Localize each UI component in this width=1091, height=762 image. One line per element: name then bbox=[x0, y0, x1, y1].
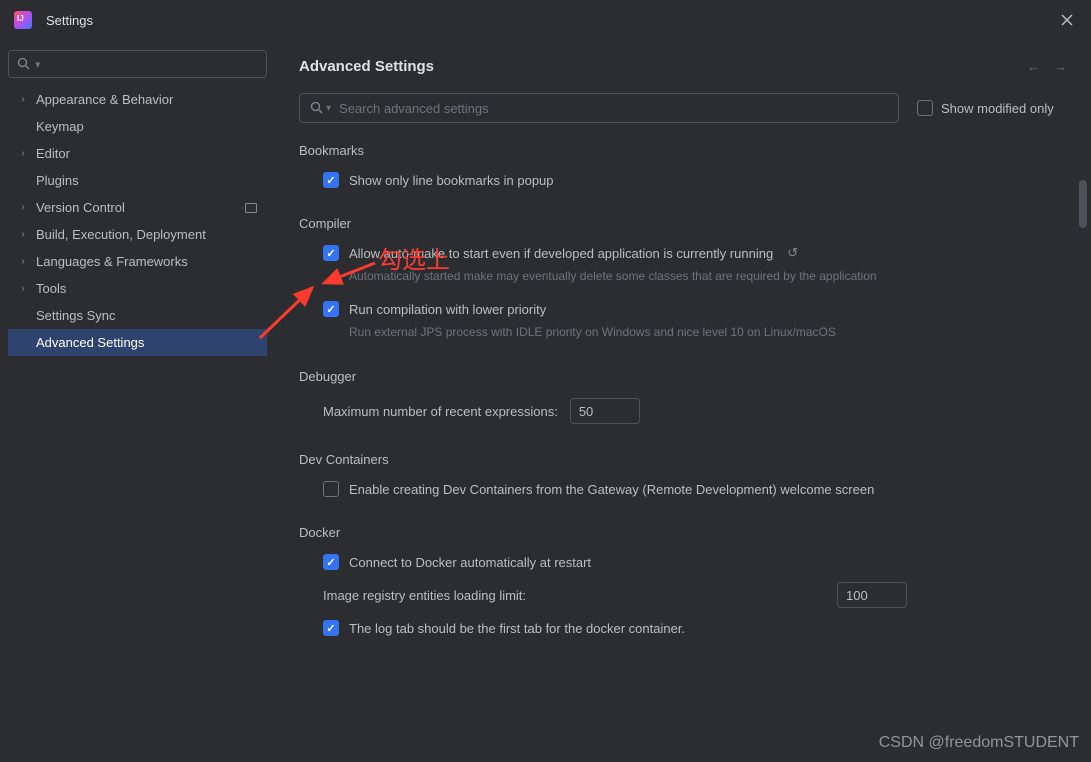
checkbox-icon bbox=[323, 245, 339, 261]
sidebar-item-tools[interactable]: ›Tools bbox=[8, 275, 267, 302]
search-icon bbox=[310, 101, 324, 115]
chevron-right-icon: › bbox=[16, 256, 30, 267]
docker-log-tab-first[interactable]: The log tab should be the first tab for … bbox=[323, 620, 1067, 636]
project-badge-icon bbox=[245, 203, 257, 213]
checkbox-icon bbox=[323, 172, 339, 188]
chevron-right-icon: › bbox=[16, 148, 30, 159]
section-docker: Docker bbox=[299, 525, 1067, 540]
chevron-right-icon: › bbox=[16, 202, 30, 213]
sidebar-item-editor[interactable]: ›Editor bbox=[8, 140, 267, 167]
sidebar-search[interactable]: ▾ bbox=[8, 50, 267, 78]
chevron-right-icon: › bbox=[16, 283, 30, 294]
sidebar-item-advanced-settings[interactable]: Advanced Settings bbox=[8, 329, 267, 356]
app-icon bbox=[14, 11, 32, 29]
max-expr-input[interactable] bbox=[570, 398, 640, 424]
advanced-search[interactable]: ▾ bbox=[299, 93, 899, 123]
sidebar-item-languages[interactable]: ›Languages & Frameworks bbox=[8, 248, 267, 275]
max-expr-label: Maximum number of recent expressions: bbox=[323, 404, 558, 419]
sidebar-item-settings-sync[interactable]: Settings Sync bbox=[8, 302, 267, 329]
scrollbar-thumb[interactable] bbox=[1079, 180, 1087, 228]
page-title: Advanced Settings bbox=[299, 58, 1027, 75]
sidebar-item-build[interactable]: ›Build, Execution, Deployment bbox=[8, 221, 267, 248]
chevron-right-icon: › bbox=[16, 229, 30, 240]
dropdown-icon: ▾ bbox=[35, 58, 41, 71]
enable-dev-containers[interactable]: Enable creating Dev Containers from the … bbox=[323, 481, 1067, 497]
allow-auto-make[interactable]: Allow auto-make to start even if develop… bbox=[323, 245, 1067, 261]
section-compiler: Compiler bbox=[299, 216, 1067, 231]
section-bookmarks: Bookmarks bbox=[299, 143, 1067, 158]
checkbox-icon bbox=[323, 301, 339, 317]
close-icon[interactable] bbox=[1057, 10, 1077, 30]
section-dev-containers: Dev Containers bbox=[299, 452, 1067, 467]
settings-tree: ›Appearance & Behavior Keymap ›Editor Pl… bbox=[8, 86, 267, 356]
nav-back-icon[interactable]: ← bbox=[1027, 59, 1040, 74]
registry-limit-input[interactable] bbox=[837, 582, 907, 608]
docker-connect-auto[interactable]: Connect to Docker automatically at resta… bbox=[323, 554, 1067, 570]
registry-limit-label: Image registry entities loading limit: bbox=[323, 588, 526, 603]
chevron-right-icon: › bbox=[16, 94, 30, 105]
lower-priority-hint: Run external JPS process with IDLE prior… bbox=[349, 323, 889, 341]
reset-icon[interactable]: ↺ bbox=[787, 245, 798, 261]
sidebar-item-appearance[interactable]: ›Appearance & Behavior bbox=[8, 86, 267, 113]
checkbox-icon bbox=[323, 554, 339, 570]
sidebar-item-version-control[interactable]: ›Version Control bbox=[8, 194, 267, 221]
advanced-search-input[interactable] bbox=[339, 101, 888, 116]
content-panel: Advanced Settings ← → ▾ Show modified on… bbox=[275, 40, 1091, 762]
lower-priority[interactable]: Run compilation with lower priority bbox=[323, 301, 1067, 317]
sidebar-item-plugins[interactable]: Plugins bbox=[8, 167, 267, 194]
search-icon bbox=[17, 57, 31, 71]
sidebar-item-keymap[interactable]: Keymap bbox=[8, 113, 267, 140]
checkbox-icon bbox=[323, 481, 339, 497]
checkbox-icon bbox=[917, 100, 933, 116]
section-debugger: Debugger bbox=[299, 369, 1067, 384]
window-title: Settings bbox=[46, 13, 1057, 28]
nav-forward-icon[interactable]: → bbox=[1054, 59, 1067, 74]
show-modified-only[interactable]: Show modified only bbox=[917, 100, 1054, 116]
titlebar: Settings bbox=[0, 0, 1091, 40]
checkbox-icon bbox=[323, 620, 339, 636]
sidebar: ▾ ›Appearance & Behavior Keymap ›Editor … bbox=[0, 40, 275, 762]
show-line-bookmarks[interactable]: Show only line bookmarks in popup bbox=[323, 172, 1067, 188]
auto-make-hint: Automatically started make may eventuall… bbox=[349, 267, 889, 285]
